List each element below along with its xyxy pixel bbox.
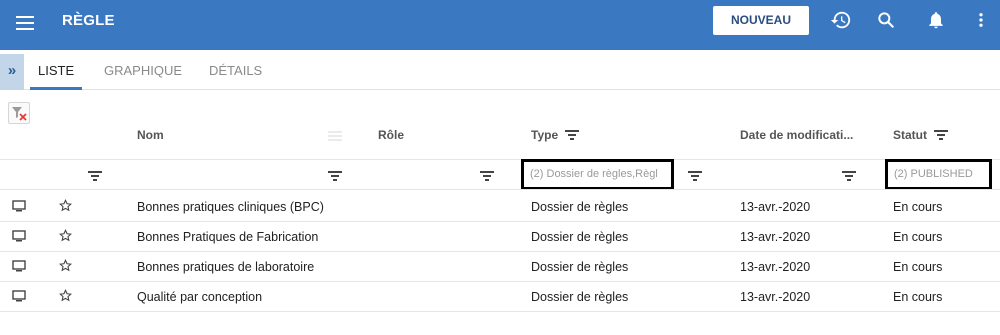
table-row[interactable]: Qualité par conception Dossier de règles… xyxy=(0,282,1000,312)
filter-clear-icon xyxy=(12,107,27,121)
column-menu-icon[interactable] xyxy=(328,131,342,141)
cell-statut: En cours xyxy=(893,200,943,214)
cell-date: 13-avr.-2020 xyxy=(740,200,811,214)
cell-nom: Bonnes pratiques cliniques (BPC) xyxy=(137,200,324,214)
star-icon[interactable] xyxy=(59,289,72,302)
table-row[interactable]: Bonnes pratiques cliniques (BPC) Dossier… xyxy=(0,192,1000,222)
type-header-filter-icon[interactable] xyxy=(565,130,579,140)
column-header-date[interactable]: Date de modificati... xyxy=(740,128,853,142)
more-vert-icon[interactable] xyxy=(972,10,990,30)
cell-type: Dossier de règles xyxy=(531,230,629,244)
new-button[interactable]: NOUVEAU xyxy=(713,6,809,35)
tab-liste[interactable]: LISTE xyxy=(30,54,83,90)
cell-nom: Bonnes Pratiques de Fabrication xyxy=(137,230,319,244)
favorite-filter-icon[interactable] xyxy=(88,171,102,181)
table-row[interactable]: Bonnes Pratiques de Fabrication Dossier … xyxy=(0,222,1000,252)
star-icon[interactable] xyxy=(59,199,72,212)
history-icon[interactable] xyxy=(830,9,852,31)
search-icon[interactable] xyxy=(876,10,896,30)
column-header-nom[interactable]: Nom xyxy=(137,128,164,142)
cell-date: 13-avr.-2020 xyxy=(740,230,811,244)
monitor-icon[interactable] xyxy=(12,230,26,242)
monitor-icon[interactable] xyxy=(12,290,26,302)
type-filter-field[interactable]: (2) Dossier de règles,Règl xyxy=(521,159,674,190)
cell-date: 13-avr.-2020 xyxy=(740,260,811,274)
cell-type: Dossier de règles xyxy=(531,260,629,274)
tab-details[interactable]: DÉTAILS xyxy=(209,54,262,90)
table-row[interactable]: Bonnes pratiques de laboratoire Dossier … xyxy=(0,252,1000,282)
expand-panel-icon[interactable]: » xyxy=(0,54,24,90)
star-icon[interactable] xyxy=(59,229,72,242)
statut-header-filter-icon[interactable] xyxy=(934,130,948,140)
column-header-type[interactable]: Type xyxy=(531,128,558,142)
cell-type: Dossier de règles xyxy=(531,290,629,304)
cell-statut: En cours xyxy=(893,260,943,274)
date-filter-icon[interactable] xyxy=(842,171,856,181)
page-title: RÈGLE xyxy=(62,12,115,29)
cell-type: Dossier de règles xyxy=(531,200,629,214)
column-header-role[interactable]: Rôle xyxy=(378,128,404,142)
header-divider xyxy=(0,159,1000,160)
nom-filter-icon[interactable] xyxy=(328,171,342,181)
cell-nom: Qualité par conception xyxy=(137,290,263,304)
cell-date: 13-avr.-2020 xyxy=(740,290,811,304)
tab-bar: » LISTE GRAPHIQUE DÉTAILS xyxy=(0,54,1000,90)
cell-statut: En cours xyxy=(893,230,943,244)
monitor-icon[interactable] xyxy=(12,200,26,212)
cell-nom: Bonnes pratiques de laboratoire xyxy=(137,260,315,274)
bell-icon[interactable] xyxy=(926,10,946,30)
menu-icon[interactable] xyxy=(16,16,34,30)
cell-statut: En cours xyxy=(893,290,943,304)
role-filter-icon[interactable] xyxy=(480,171,494,181)
clear-filter-button[interactable] xyxy=(8,102,30,124)
column-header-statut[interactable]: Statut xyxy=(893,128,927,142)
tab-graphique[interactable]: GRAPHIQUE xyxy=(104,54,182,90)
monitor-icon[interactable] xyxy=(12,260,26,272)
filter-row-divider xyxy=(0,189,1000,190)
top-app-bar: RÈGLE NOUVEAU xyxy=(0,0,1000,50)
statut-filter-field[interactable]: (2) PUBLISHED xyxy=(885,159,992,190)
star-icon[interactable] xyxy=(59,259,72,272)
type-filter-icon[interactable] xyxy=(688,171,702,181)
